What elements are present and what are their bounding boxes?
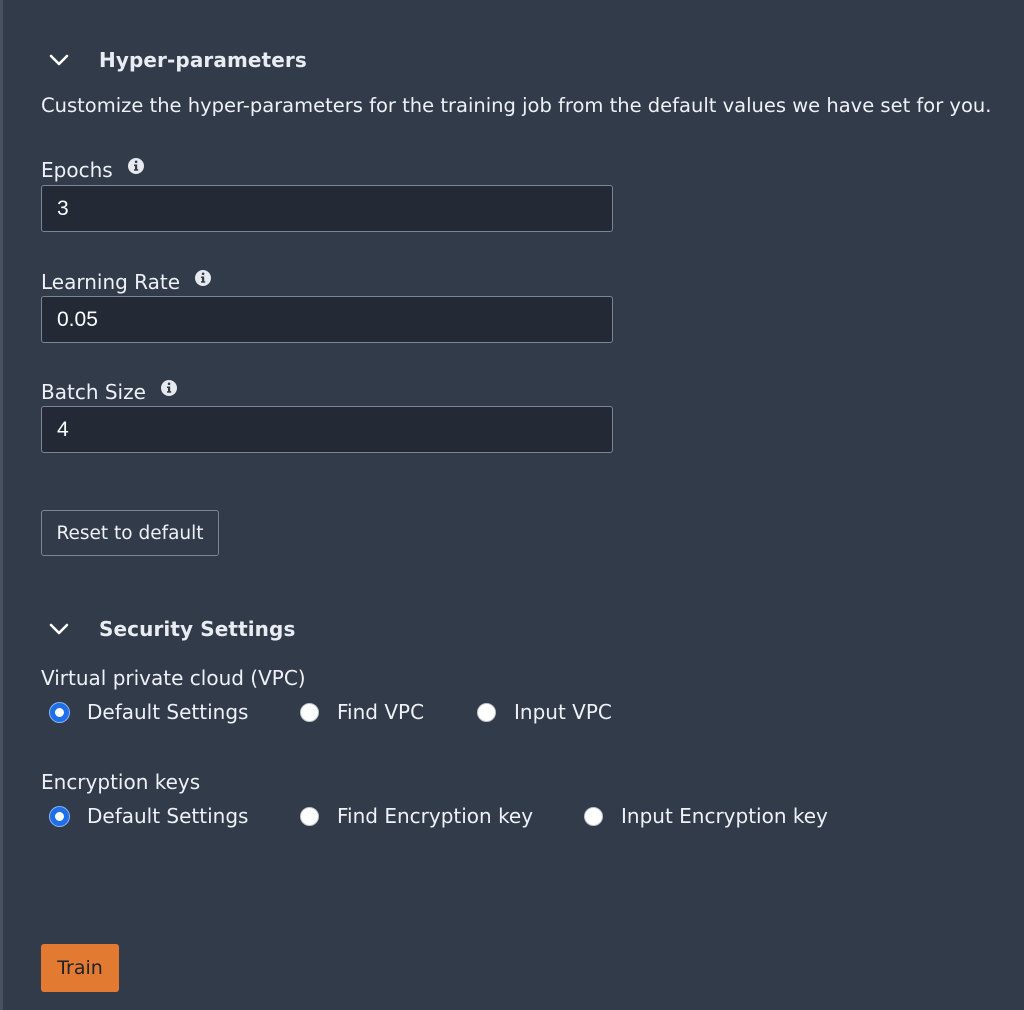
chevron-down-icon[interactable] bbox=[47, 48, 71, 72]
vpc-label: Virtual private cloud (VPC) bbox=[41, 666, 306, 690]
batch-size-label-row: Batch Size bbox=[41, 380, 178, 404]
radio-selected-icon[interactable] bbox=[50, 702, 69, 722]
epochs-input[interactable] bbox=[41, 185, 613, 232]
radio-selected-icon[interactable] bbox=[50, 806, 69, 826]
vpc-radio-find[interactable]: Find VPC bbox=[300, 700, 424, 724]
vpc-option-label: Input VPC bbox=[514, 700, 612, 724]
train-button[interactable]: Train bbox=[41, 944, 119, 992]
radio-unselected-icon[interactable] bbox=[300, 702, 319, 722]
vpc-option-label: Default Settings bbox=[87, 700, 249, 724]
encryption-option-label: Find Encryption key bbox=[337, 804, 534, 828]
chevron-down-icon[interactable] bbox=[47, 617, 71, 641]
encryption-option-label: Input Encryption key bbox=[621, 804, 828, 828]
encryption-radio-find[interactable]: Find Encryption key bbox=[300, 804, 533, 828]
batch-size-label: Batch Size bbox=[41, 380, 146, 404]
encryption-radio-input[interactable]: Input Encryption key bbox=[584, 804, 828, 828]
info-icon[interactable] bbox=[160, 379, 178, 397]
learning-rate-label-row: Learning Rate bbox=[41, 270, 212, 294]
encryption-option-label: Default Settings bbox=[87, 804, 249, 828]
security-settings-title: Security Settings bbox=[99, 617, 296, 641]
epochs-label: Epochs bbox=[41, 158, 113, 182]
info-icon[interactable] bbox=[194, 269, 212, 287]
info-icon[interactable] bbox=[127, 157, 145, 175]
encryption-radio-default[interactable]: Default Settings bbox=[50, 804, 248, 828]
hyperparameters-title: Hyper-parameters bbox=[99, 48, 307, 72]
radio-unselected-icon[interactable] bbox=[584, 806, 603, 826]
radio-unselected-icon[interactable] bbox=[300, 806, 319, 826]
radio-unselected-icon[interactable] bbox=[477, 702, 496, 722]
security-settings-header[interactable]: Security Settings bbox=[47, 614, 295, 644]
encryption-keys-label: Encryption keys bbox=[41, 770, 201, 794]
vpc-radio-input[interactable]: Input VPC bbox=[477, 700, 612, 724]
reset-to-default-button[interactable]: Reset to default bbox=[41, 510, 219, 556]
vpc-radio-default[interactable]: Default Settings bbox=[50, 700, 248, 724]
hyperparameters-description: Customize the hyper-parameters for the t… bbox=[41, 94, 992, 117]
training-config-panel: Hyper-parameters Customize the hyper-par… bbox=[0, 0, 1024, 1010]
batch-size-input[interactable] bbox=[41, 406, 613, 453]
hyperparameters-header[interactable]: Hyper-parameters bbox=[47, 45, 307, 75]
vpc-option-label: Find VPC bbox=[337, 700, 425, 724]
learning-rate-input[interactable] bbox=[41, 296, 613, 343]
learning-rate-label: Learning Rate bbox=[41, 270, 181, 294]
epochs-label-row: Epochs bbox=[41, 158, 145, 182]
